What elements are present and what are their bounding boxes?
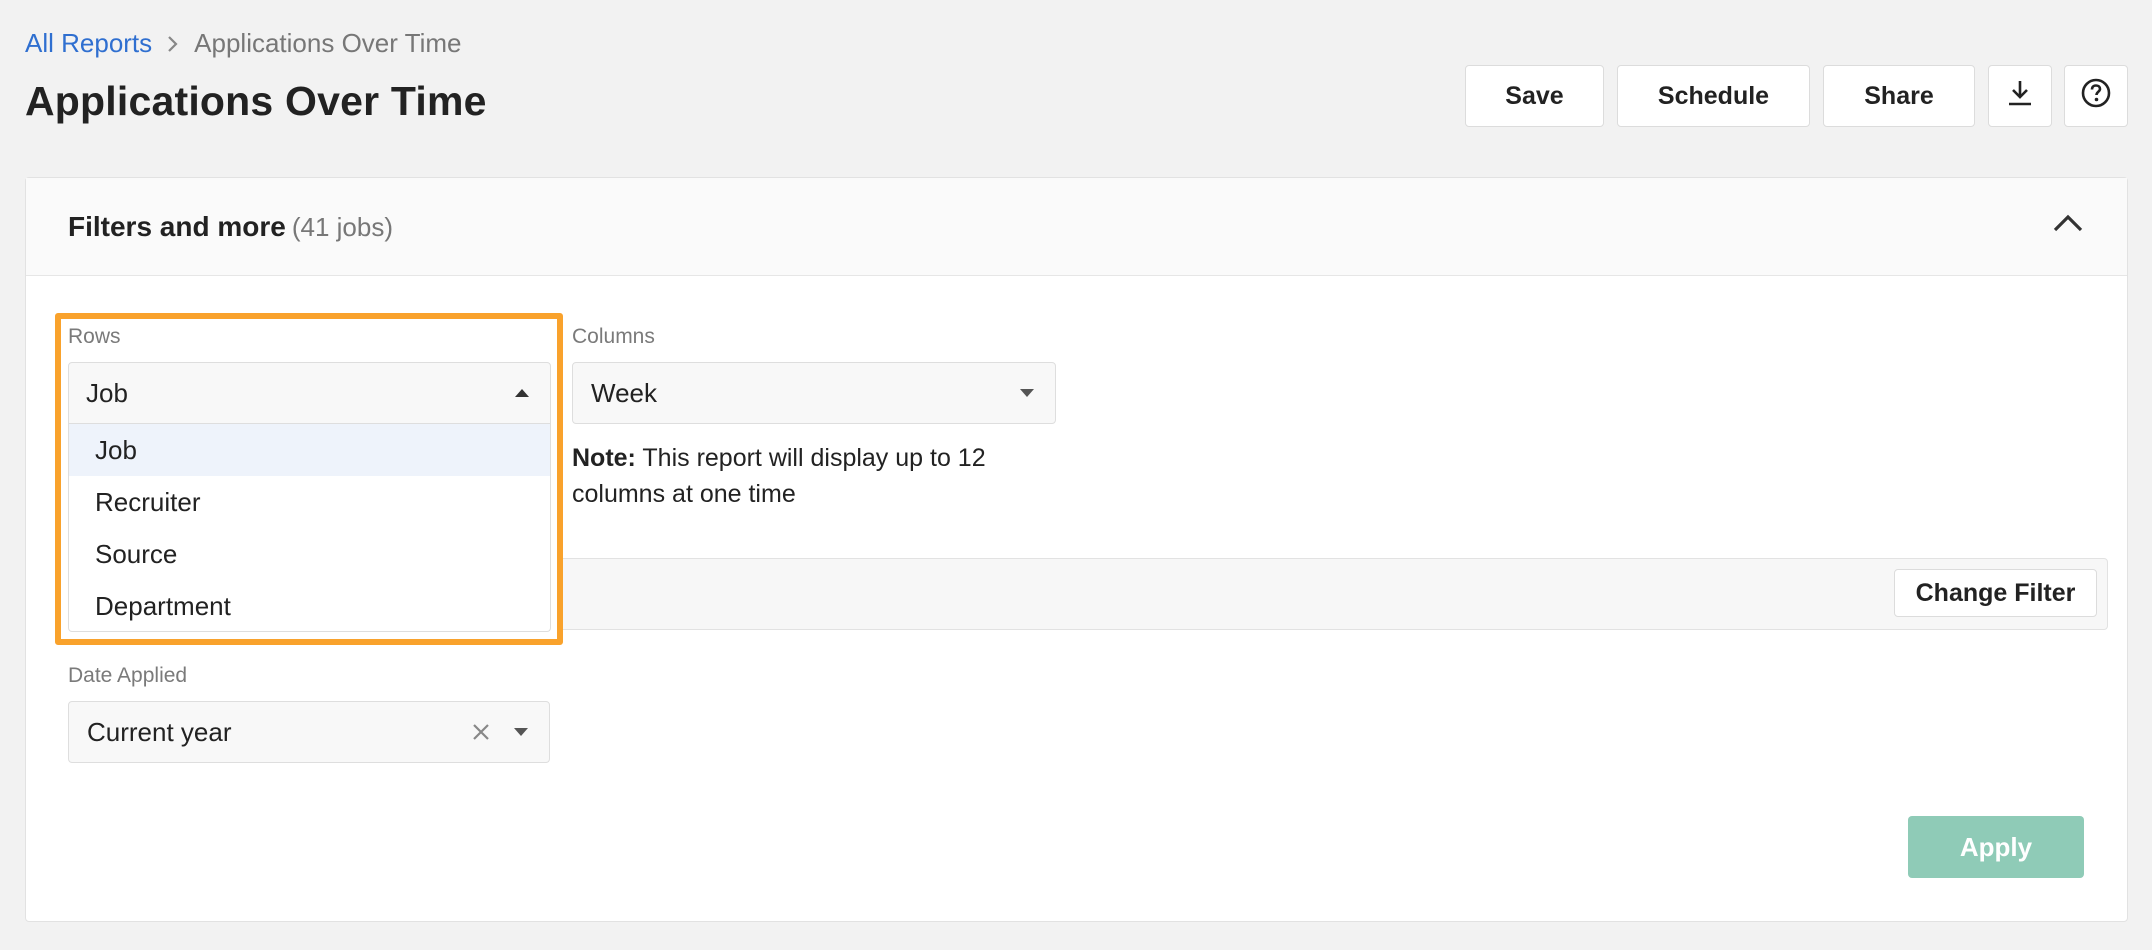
rows-dropdown-menu: Job Recruiter Source Department [68, 424, 551, 632]
schedule-button[interactable]: Schedule [1617, 65, 1810, 127]
note-prefix: Note: [572, 444, 636, 472]
report-page: All Reports Applications Over Time Appli… [0, 0, 2152, 950]
columns-note: Note: This report will display up to 12 … [572, 440, 1072, 512]
chevron-right-icon [166, 34, 180, 54]
caret-down-icon [1007, 363, 1047, 423]
chevron-up-icon[interactable] [2048, 204, 2088, 244]
download-icon [2006, 78, 2034, 115]
rows-select[interactable]: Job [68, 362, 551, 424]
rows-label: Rows [68, 325, 121, 348]
download-button[interactable] [1988, 65, 2052, 127]
save-button[interactable]: Save [1465, 65, 1604, 127]
columns-select-value: Week [591, 377, 657, 408]
columns-select[interactable]: Week [572, 362, 1056, 424]
page-title: Applications Over Time [25, 78, 487, 124]
rows-select-value: Job [86, 377, 128, 408]
date-applied-select[interactable]: Current year [68, 701, 550, 763]
close-icon[interactable] [461, 702, 501, 762]
jobs-count: (41 jobs) [291, 212, 393, 242]
date-applied-label: Date Applied [68, 664, 188, 687]
caret-up-icon [502, 363, 542, 423]
help-button[interactable] [2064, 65, 2128, 127]
filters-title: Filters and more (41 jobs) [68, 211, 393, 243]
filters-title-text: Filters and more [68, 211, 286, 242]
rows-option-department[interactable]: Department [69, 580, 550, 632]
rows-option-job[interactable]: Job [69, 424, 550, 476]
question-circle-icon [2080, 77, 2112, 116]
breadcrumb: All Reports Applications Over Time [25, 28, 461, 59]
rows-option-recruiter[interactable]: Recruiter [69, 476, 550, 528]
caret-down-icon [501, 702, 541, 762]
date-applied-value: Current year [87, 716, 232, 747]
filters-card-header[interactable]: Filters and more (41 jobs) [26, 178, 2127, 276]
change-filter-button[interactable]: Change Filter [1894, 569, 2097, 617]
apply-button[interactable]: Apply [1908, 816, 2084, 878]
breadcrumb-current: Applications Over Time [194, 28, 462, 58]
columns-label: Columns [572, 325, 655, 348]
share-button[interactable]: Share [1823, 65, 1975, 127]
rows-option-source[interactable]: Source [69, 528, 550, 580]
breadcrumb-all-reports-link[interactable]: All Reports [25, 28, 152, 59]
